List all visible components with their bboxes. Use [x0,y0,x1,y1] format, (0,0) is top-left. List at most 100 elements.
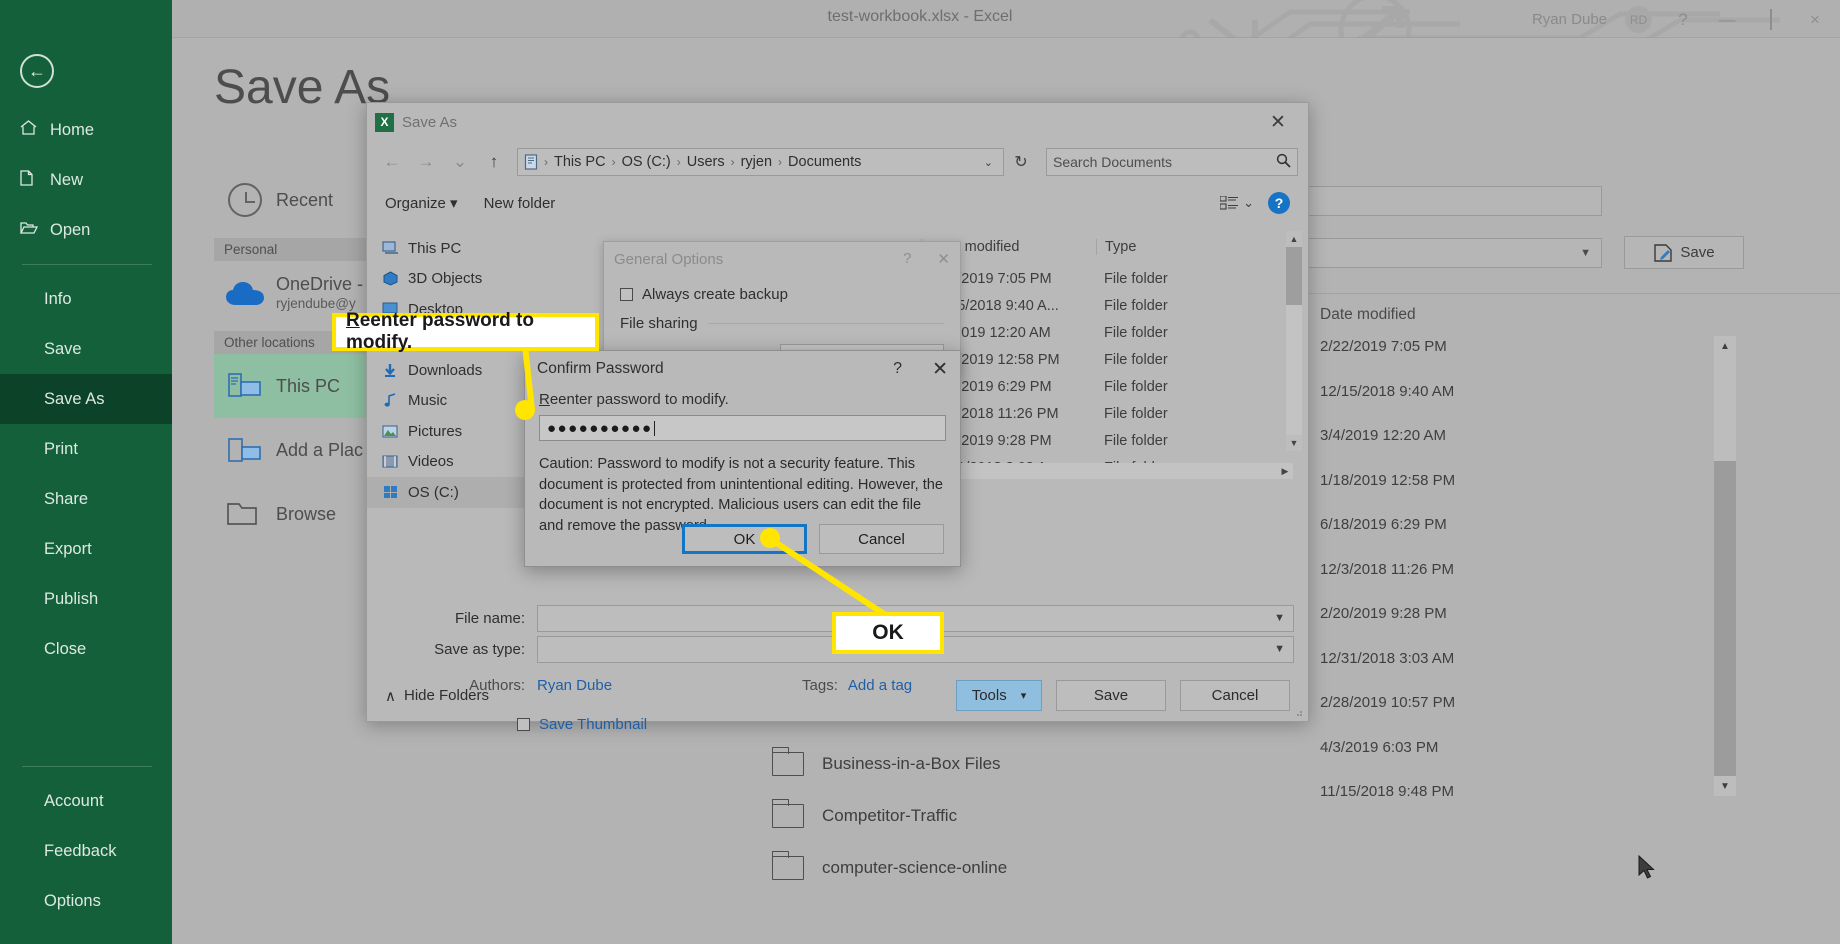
scroll-up-icon[interactable]: ▲ [1286,231,1302,247]
resize-grip-icon[interactable] [1293,707,1303,717]
drive-icon [381,484,399,500]
scroll-down-icon[interactable]: ▼ [1286,435,1302,451]
place-label: This PC [276,375,341,396]
sidebar-item-feedback[interactable]: Feedback [0,826,172,876]
password-masked-value: ●●●●●●●●●● [547,419,653,437]
sidebar-item-new[interactable]: New [0,155,172,205]
save-as-type-label: Save as type: [434,641,525,658]
confirm-password-dialog: Confirm Password ? ✕ Reenter password to… [524,350,961,567]
mnemonic-letter: R [346,310,360,331]
tree-item-3d-objects[interactable]: 3D Objects [381,264,551,295]
sidebar-item-save[interactable]: Save [0,324,172,374]
refresh-icon[interactable]: ↻ [1008,152,1034,172]
close-icon[interactable]: ✕ [932,358,948,381]
column-header-type[interactable]: Type [1096,239,1206,255]
close-icon[interactable]: × [1802,10,1828,30]
tree-item-this-pc[interactable]: This PC [381,233,551,264]
tree-item-label: Pictures [408,422,463,440]
mnemonic-letter: R [539,391,550,408]
sidebar-item-save-as[interactable]: Save As [0,374,172,424]
hide-folders-button[interactable]: ∧ Hide Folders [385,687,489,705]
sidebar-item-options[interactable]: Options [0,876,172,926]
backstage-scrollbar[interactable]: ▲ ▼ [1714,336,1736,796]
help-icon[interactable]: ? [893,360,902,378]
scroll-right-icon[interactable]: ▶ [1277,463,1293,479]
cancel-button[interactable]: Cancel [819,524,944,554]
minimize-icon[interactable]: — [1714,10,1740,30]
sidebar-item-close[interactable]: Close [0,624,172,674]
ok-button[interactable]: OK [682,524,807,554]
sidebar-item-label: Close [44,639,87,658]
reenter-password-input[interactable]: ●●●●●●●●●● [539,415,946,441]
sidebar-item-account[interactable]: Account [0,776,172,826]
close-icon[interactable]: ✕ [1256,111,1300,134]
chevron-down-icon: ▼ [1274,643,1285,655]
chevron-down-icon[interactable]: ⌄ [984,156,997,169]
search-input[interactable]: Search Documents [1046,148,1298,176]
sidebar-item-label: Feedback [44,841,117,860]
list-item: 12/31/2018 3:03 AM [1320,649,1455,667]
tools-button[interactable]: Tools ▾ [956,680,1042,711]
hide-folders-label: Hide Folders [403,687,490,704]
forward-icon[interactable]: → [411,152,441,172]
back-icon[interactable]: ← [377,152,407,172]
breadcrumb-item-os-c[interactable]: OS (C:) [620,154,673,170]
back-arrow-icon[interactable]: ← [20,54,54,88]
list-item[interactable]: Competitor-Traffic [772,790,1272,842]
breadcrumb-item-ryjen[interactable]: ryjen [739,154,774,170]
file-sharing-section: File sharing [620,315,944,332]
backstage-filetype-select[interactable]: ▼ [1302,238,1602,268]
sidebar-item-home[interactable]: Home [0,105,172,155]
sidebar-item-info[interactable]: Info [0,274,172,324]
downloads-icon [381,362,399,378]
new-folder-button[interactable]: New folder [484,195,556,212]
always-create-backup-checkbox[interactable] [620,288,633,301]
breadcrumb[interactable]: › This PC › OS (C:) › Users › ryjen › Do… [517,148,1004,176]
list-item[interactable]: Business-in-a-Box Files [772,738,1272,790]
cancel-button[interactable]: Cancel [1180,680,1290,711]
sidebar-item-print[interactable]: Print [0,424,172,474]
cell-type: File folder [1104,378,1168,395]
sidebar-item-share[interactable]: Share [0,474,172,524]
recent-locations-icon[interactable]: ⌄ [445,152,475,172]
sidebar-item-label: Print [44,439,78,458]
always-create-backup-row[interactable]: Always create backup [620,286,944,303]
save-as-toolbar: Organize ▾ New folder ⌄ ? [367,183,1308,223]
save-as-title-bar: X Save As ✕ [367,103,1308,141]
avatar[interactable]: RD [1625,6,1652,33]
scrollbar-thumb[interactable] [1714,356,1736,461]
restore-icon[interactable] [1758,8,1784,30]
breadcrumb-item-documents[interactable]: Documents [786,154,863,170]
breadcrumb-item-this-pc[interactable]: This PC [552,154,608,170]
help-icon[interactable]: ? [903,250,911,268]
up-one-level-icon[interactable]: ↑ [479,152,509,172]
list-item: 2/28/2019 10:57 PM [1320,694,1456,711]
list-item[interactable]: computer-science-online [772,842,1272,894]
scroll-down-icon[interactable]: ▼ [1714,776,1736,796]
list-item: 12/15/2018 9:40 AM [1320,382,1455,400]
help-icon[interactable]: ? [1670,10,1696,30]
chevron-down-icon: ▾ [1020,690,1027,702]
help-icon[interactable]: ? [1268,192,1290,214]
backstage-save-button[interactable]: Save [1624,236,1744,269]
confirm-password-title-bar: Confirm Password ? ✕ [525,351,960,387]
cell-type: File folder [1104,270,1168,287]
sidebar-item-label: Publish [44,589,99,608]
organize-button[interactable]: Organize ▾ [385,194,458,212]
sidebar-item-label: Save As [44,389,105,408]
breadcrumb-item-users[interactable]: Users [685,154,727,170]
account-name[interactable]: Ryan Dube [1532,11,1607,28]
sidebar-item-export[interactable]: Export [0,524,172,574]
view-mode-button[interactable]: ⌄ [1220,195,1254,211]
sidebar-item-publish[interactable]: Publish [0,574,172,624]
save-thumbnail-checkbox[interactable] [517,717,530,731]
sidebar-item-open[interactable]: Open [0,205,172,255]
save-button[interactable]: Save [1056,680,1166,711]
close-icon[interactable]: ✕ [937,250,950,268]
scrollbar-thumb[interactable] [1286,247,1302,305]
scroll-up-icon[interactable]: ▲ [1714,336,1736,356]
backstage-filename-input[interactable] [1302,186,1602,216]
file-list-scrollbar[interactable]: ▲ ▼ [1286,231,1302,451]
cell-type: File folder [1104,432,1168,449]
save-as-navigation-bar: ← → ⌄ ↑ › This PC › OS (C:) › Users › ry… [367,141,1308,183]
